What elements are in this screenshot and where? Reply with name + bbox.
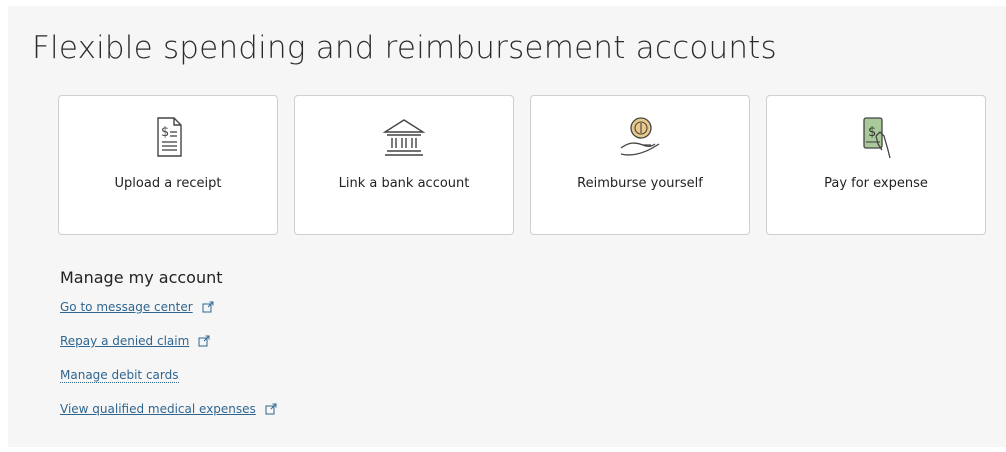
bank-icon bbox=[295, 114, 513, 160]
reimburse-yourself-card[interactable]: Reimburse yourself bbox=[530, 95, 750, 235]
link-bank-account-card[interactable]: Link a bank account bbox=[294, 95, 514, 235]
link-bank-account-label: Link a bank account bbox=[338, 176, 470, 191]
manage-debit-cards-link[interactable]: Manage debit cards bbox=[60, 368, 179, 383]
reimburse-yourself-label: Reimburse yourself bbox=[577, 176, 703, 191]
external-link-icon bbox=[198, 335, 210, 347]
pay-for-expense-label: Pay for expense bbox=[824, 176, 928, 191]
page-title: Flexible spending and reimbursement acco… bbox=[32, 30, 777, 66]
manage-account-heading: Manage my account bbox=[60, 268, 223, 287]
message-center-link[interactable]: Go to message center bbox=[60, 300, 193, 314]
upload-receipt-label: Upload a receipt bbox=[114, 176, 222, 191]
svg-text:$: $ bbox=[868, 125, 876, 140]
repay-denied-claim-row: Repay a denied claim bbox=[60, 330, 210, 350]
qualified-expenses-row: View qualified medical expenses bbox=[60, 398, 277, 418]
qualified-expenses-link[interactable]: View qualified medical expenses bbox=[60, 402, 256, 416]
external-link-icon bbox=[265, 403, 277, 415]
content-panel: Flexible spending and reimbursement acco… bbox=[8, 6, 1006, 447]
message-center-row: Go to message center bbox=[60, 296, 214, 316]
external-link-icon bbox=[202, 301, 214, 313]
pay-for-expense-card[interactable]: $ Pay for expense bbox=[766, 95, 986, 235]
repay-denied-claim-link[interactable]: Repay a denied claim bbox=[60, 334, 189, 348]
manage-debit-cards-row: Manage debit cards bbox=[60, 364, 179, 384]
hand-coin-icon bbox=[531, 114, 749, 160]
svg-text:$: $ bbox=[161, 125, 169, 140]
receipt-icon: $ bbox=[59, 114, 277, 160]
phone-payment-icon: $ bbox=[767, 114, 985, 160]
upload-receipt-card[interactable]: $ Upload a receipt bbox=[58, 95, 278, 235]
